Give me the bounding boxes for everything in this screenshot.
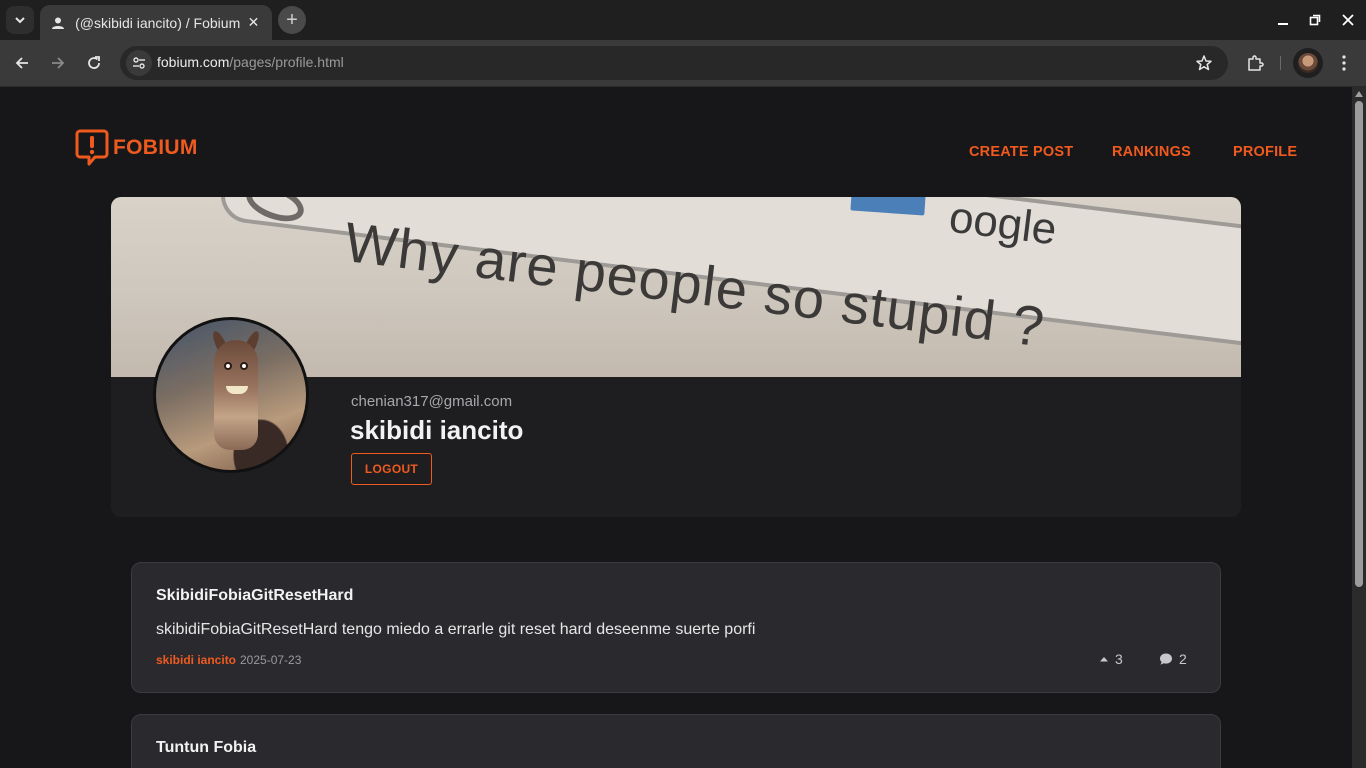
bookmark-star-icon[interactable] xyxy=(1194,53,1214,73)
avatar-image xyxy=(1298,53,1318,73)
post-title[interactable]: Tuntun Fobia xyxy=(156,739,256,757)
arrow-left-icon xyxy=(15,57,28,69)
browser-tab[interactable]: (@skibidi iancito) / Fobium ✕ xyxy=(40,5,272,40)
avatar-eye xyxy=(240,362,248,370)
browser-profile-avatar[interactable] xyxy=(1293,48,1323,78)
restore-icon[interactable] xyxy=(1303,8,1327,32)
url-text[interactable]: fobium.com/pages/profile.html xyxy=(157,54,344,70)
logout-button[interactable]: LOGOUT xyxy=(351,453,432,485)
url-host: fobium.com xyxy=(157,54,230,70)
site-info-icon[interactable] xyxy=(126,50,152,76)
post-vote-count: 3 xyxy=(1115,651,1123,667)
url-path: /pages/profile.html xyxy=(229,54,344,70)
post-card[interactable]: Tuntun Fobia xyxy=(131,714,1221,768)
close-tab-icon[interactable]: ✕ xyxy=(245,14,262,32)
post-title[interactable]: SkibidiFobiaGitResetHard xyxy=(156,587,353,605)
chevron-down-icon xyxy=(15,17,25,24)
post-comments[interactable]: 2 xyxy=(1159,651,1187,667)
reload-button[interactable] xyxy=(80,49,108,77)
toolbar-separator xyxy=(1280,56,1281,70)
avatar-donkey xyxy=(214,340,258,450)
back-button[interactable] xyxy=(8,49,36,77)
nav-create-post[interactable]: CREATE POST xyxy=(969,144,1073,160)
forward-button[interactable] xyxy=(44,49,72,77)
exclamation-bubble-icon xyxy=(75,129,109,166)
page-scrollbar[interactable] xyxy=(1352,87,1366,768)
person-icon xyxy=(50,15,65,31)
profile-username: skibidi iancito xyxy=(350,415,524,445)
new-tab-button[interactable]: + xyxy=(278,6,306,34)
page-viewport: FOBIUM CREATE POST RANKINGS PROFILE oogl… xyxy=(0,87,1352,768)
nav-rankings[interactable]: RANKINGS xyxy=(1112,144,1191,160)
nav-profile[interactable]: PROFILE xyxy=(1233,144,1297,160)
address-bar[interactable]: fobium.com/pages/profile.html xyxy=(120,46,1228,80)
close-window-icon[interactable] xyxy=(1336,8,1360,32)
profile-email: chenian317@gmail.com xyxy=(351,393,513,410)
post-date: 2025-07-23 xyxy=(240,653,302,667)
scroll-thumb[interactable] xyxy=(1355,101,1363,587)
tab-title: (@skibidi iancito) / Fobium xyxy=(75,14,241,31)
logo-text: FOBIUM xyxy=(113,136,198,159)
upvote-arrow-icon xyxy=(1099,655,1109,663)
kebab-menu-icon[interactable] xyxy=(1334,50,1354,76)
browser-tab-bar: (@skibidi iancito) / Fobium ✕ + xyxy=(0,0,1366,40)
arrow-right-icon xyxy=(52,57,65,69)
minimize-icon[interactable] xyxy=(1271,8,1295,32)
reload-icon xyxy=(88,56,100,69)
post-upvote[interactable]: 3 xyxy=(1099,651,1123,667)
post-body: skibidiFobiaGitResetHard tengo miedo a e… xyxy=(156,621,756,638)
post-card[interactable]: SkibidiFobiaGitResetHard skibidiFobiaGit… xyxy=(131,562,1221,693)
scroll-up-arrow-icon[interactable] xyxy=(1355,91,1363,97)
site-logo[interactable]: FOBIUM xyxy=(75,128,198,168)
post-author[interactable]: skibidi iancito xyxy=(156,653,236,667)
profile-avatar[interactable] xyxy=(153,317,309,473)
post-comment-count: 2 xyxy=(1179,651,1187,667)
comment-bubble-icon xyxy=(1159,652,1173,666)
extensions-puzzle-icon[interactable] xyxy=(1242,49,1268,77)
avatar-eye xyxy=(224,362,232,370)
tab-search-button[interactable] xyxy=(6,6,34,34)
